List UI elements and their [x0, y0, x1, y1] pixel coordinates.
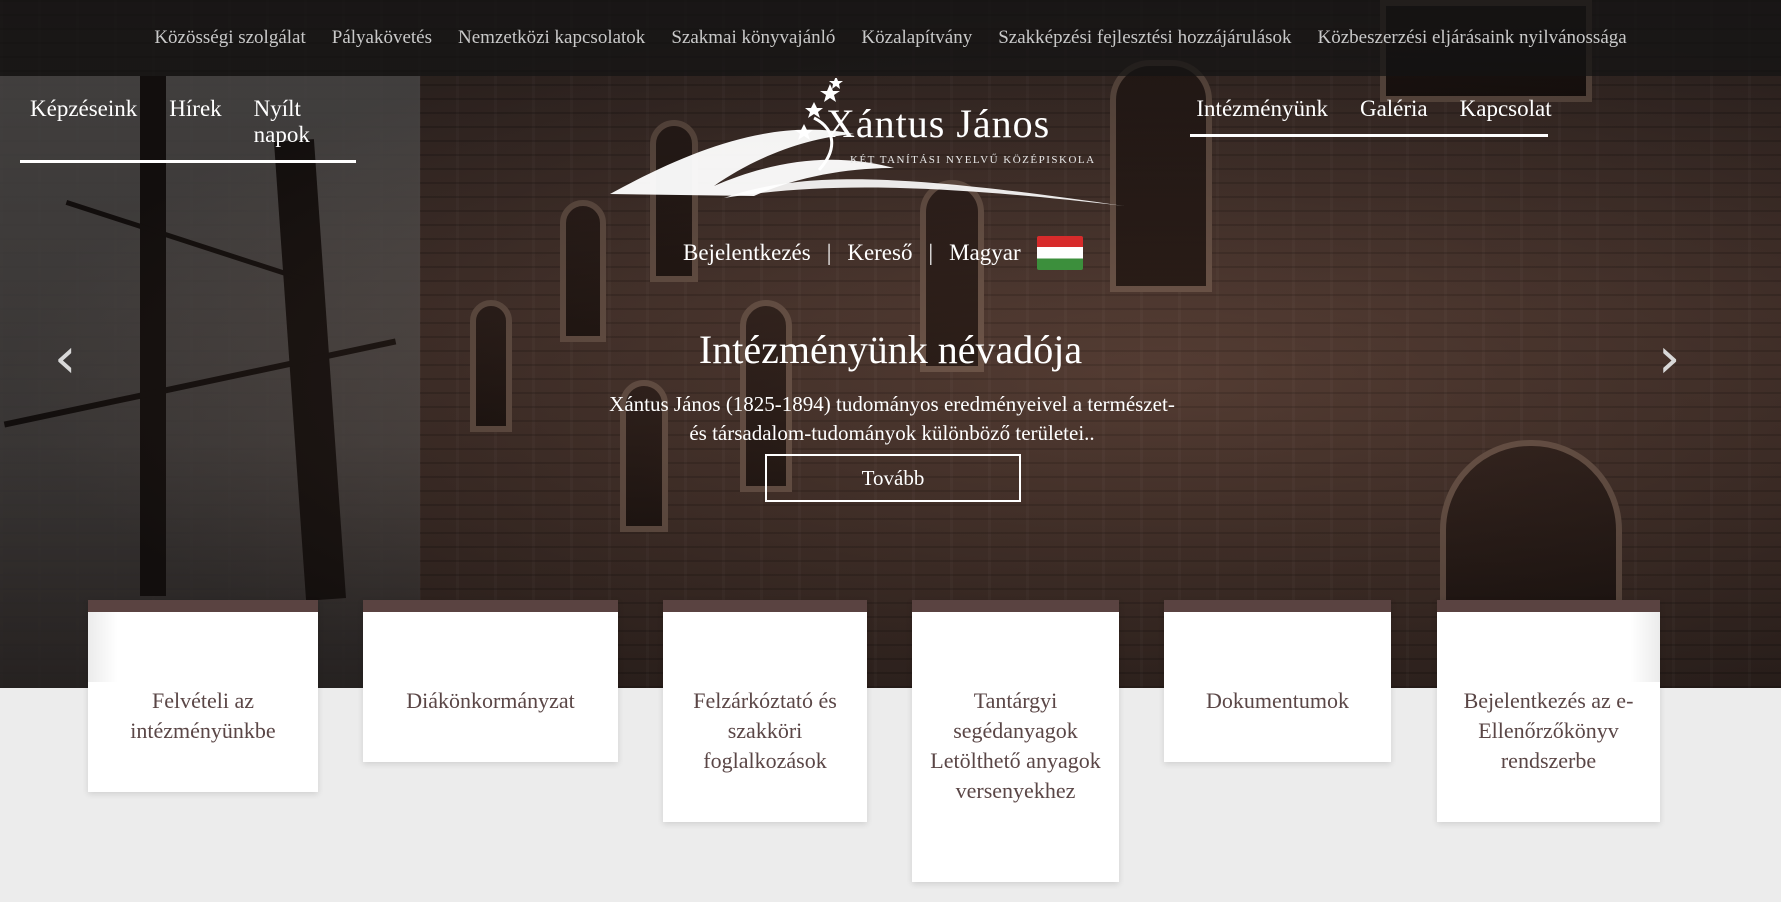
topbar-link-international[interactable]: Nemzetközi kapcsolatok [458, 27, 645, 49]
school-logo[interactable]: Xántus János Két tanítási nyelvű középis… [604, 78, 1124, 208]
top-link-bar: Közösségi szolgálat Pályakövetés Nemzetk… [0, 0, 1781, 76]
nav-item-news[interactable]: Hírek [159, 96, 221, 148]
card-admission[interactable]: Felvételi az intézményünkbe [88, 600, 318, 792]
card-student-council[interactable]: Diákönkormányzat [363, 600, 618, 762]
logo-school-name: Xántus János [826, 101, 1051, 146]
nav-item-trainings[interactable]: Képzéseink [20, 96, 137, 148]
nav-item-contact[interactable]: Kapcsolat [1450, 96, 1552, 122]
topbar-link-foundation[interactable]: Közalapítvány [861, 27, 972, 49]
carousel-text: Xántus János (1825-1894) tudományos ered… [609, 392, 1175, 445]
login-link[interactable]: Bejelentkezés [683, 240, 811, 266]
separator: | [826, 240, 832, 265]
card-subject-materials[interactable]: Tantárgyi segédanyagok Letölthető anyago… [912, 600, 1119, 882]
card-label: Dokumentumok [1206, 688, 1349, 713]
card-label: Felvételi az intézményünkbe [130, 688, 276, 743]
separator: | [928, 240, 934, 265]
main-nav-right: Intézményünk Galéria Kapcsolat [1190, 96, 1552, 137]
card-documents[interactable]: Dokumentumok [1164, 600, 1391, 762]
topbar-link-vocational-contributions[interactable]: Szakképzési fejlesztési hozzájárulások [998, 27, 1291, 49]
main-nav-left: Képzéseink Hírek Nyílt napok [20, 96, 356, 163]
nav-item-open-days[interactable]: Nyílt napok [244, 96, 356, 148]
carousel-title: Intézményünk névadója [698, 327, 1083, 372]
card-label: Felzárkóztató és szakköri foglalkozások [693, 688, 837, 773]
utility-links: Bejelentkezés | Kereső | Magyar [683, 236, 1083, 270]
more-button[interactable]: Tovább [765, 454, 1021, 502]
card-label: Tantárgyi segédanyagok Letölthető anyago… [930, 688, 1101, 803]
topbar-link-community-service[interactable]: Közösségi szolgálat [154, 27, 305, 49]
topbar-link-book-recommendations[interactable]: Szakmai könyvajánló [671, 27, 835, 49]
nav-item-institution[interactable]: Intézményünk [1186, 96, 1328, 122]
hungarian-flag-icon[interactable] [1036, 236, 1083, 270]
card-label: Bejelentkezés az e-Ellenőrzőkönyv rendsz… [1463, 688, 1634, 773]
card-label: Diákönkormányzat [406, 688, 575, 713]
card-e-gradebook-login[interactable]: Bejelentkezés az e-Ellenőrzőkönyv rendsz… [1437, 600, 1660, 822]
nav-item-gallery[interactable]: Galéria [1350, 96, 1428, 122]
language-selector[interactable]: Magyar [949, 240, 1021, 266]
card-remedial-classes[interactable]: Felzárkóztató és szakköri foglalkozások [663, 600, 867, 822]
search-link[interactable]: Kereső [847, 240, 912, 266]
topbar-link-procurement[interactable]: Közbeszerzési eljárásaink nyilvánossága [1318, 27, 1627, 49]
topbar-link-career-tracking[interactable]: Pályakövetés [332, 27, 432, 49]
logo-subtitle: Két tanítási nyelvű középiskola [850, 154, 1096, 166]
